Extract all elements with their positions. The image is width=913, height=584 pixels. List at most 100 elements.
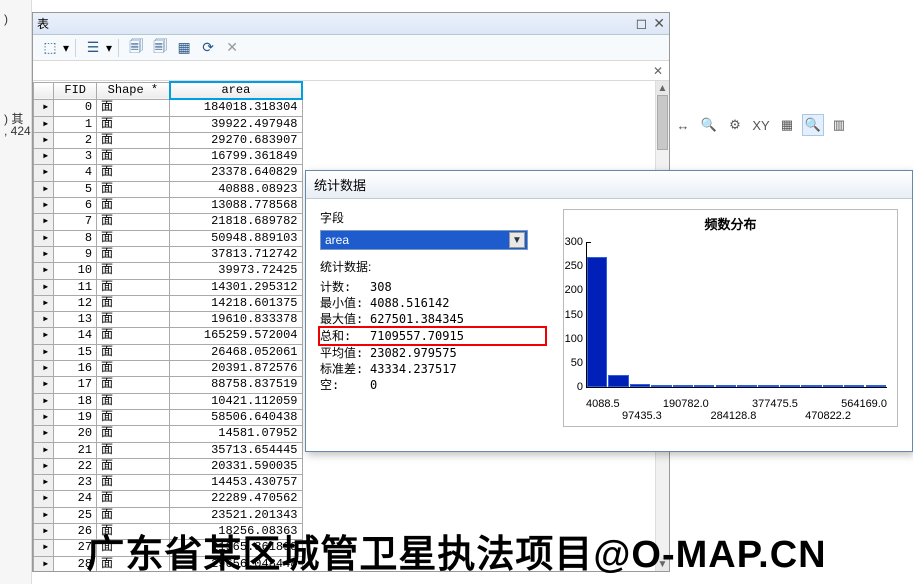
cell-area: 22289.470562 [170, 491, 302, 507]
table-row[interactable]: ▸7面21818.689782 [34, 214, 303, 230]
row-selector[interactable]: ▸ [34, 181, 54, 197]
table-title: 表 [37, 15, 49, 32]
timeslider-button[interactable]: ▦ [776, 114, 798, 136]
cell-area: 40888.08923 [170, 181, 302, 197]
table-row[interactable]: ▸23面14453.430757 [34, 475, 303, 491]
related-tables-button[interactable]: ☰ [82, 38, 104, 58]
tab-close-icon[interactable]: ✕ [653, 64, 663, 78]
select-by-attributes-button[interactable]: 🗐 [125, 38, 147, 58]
row-selector[interactable]: ▸ [34, 295, 54, 311]
overview-button[interactable]: ▥ [828, 114, 850, 136]
table-row[interactable]: ▸19面58506.640438 [34, 409, 303, 425]
row-selector[interactable]: ▸ [34, 344, 54, 360]
row-selector[interactable]: ▸ [34, 132, 54, 148]
chevron-down-icon[interactable]: ▼ [509, 232, 525, 248]
table-row[interactable]: ▸24面22289.470562 [34, 491, 303, 507]
row-selector[interactable]: ▸ [34, 377, 54, 393]
table-titlebar[interactable]: 表 ◻ ✕ [33, 13, 669, 35]
column-header-shape[interactable]: Shape * [97, 82, 170, 99]
dock-icon[interactable]: ◻ [636, 15, 648, 32]
settings-button[interactable]: ⚙ [724, 114, 746, 136]
cell-shape: 面 [97, 507, 170, 523]
table-row[interactable]: ▸20面14581.07952 [34, 426, 303, 442]
row-selector[interactable]: ▸ [34, 458, 54, 474]
attribute-table[interactable]: FID Shape * area ▸0面184018.318304▸1面3992… [33, 81, 303, 571]
table-row[interactable]: ▸6面13088.778568 [34, 198, 303, 214]
switch-selection-button[interactable]: 🗐 [149, 38, 171, 58]
row-selector[interactable]: ▸ [34, 214, 54, 230]
column-header-area[interactable]: area [170, 82, 302, 99]
row-selector[interactable]: ▸ [34, 524, 54, 540]
table-row[interactable]: ▸16面20391.872576 [34, 361, 303, 377]
scroll-down-icon[interactable]: ▼ [656, 557, 669, 571]
row-selector[interactable]: ▸ [34, 230, 54, 246]
find-button[interactable]: 🔍 [698, 114, 720, 136]
row-selector[interactable]: ▸ [34, 540, 54, 556]
table-row[interactable]: ▸22面20331.590035 [34, 458, 303, 474]
column-header-fid[interactable]: FID [54, 82, 97, 99]
xy-button[interactable]: XY [750, 114, 772, 136]
cell-area: 19610.833378 [170, 312, 302, 328]
table-row[interactable]: ▸18面10421.112059 [34, 393, 303, 409]
cell-shape: 面 [97, 540, 170, 556]
cell-shape: 面 [97, 393, 170, 409]
cell-area: 16799.361849 [170, 149, 302, 165]
row-selector[interactable]: ▸ [34, 491, 54, 507]
table-row[interactable]: ▸3面16799.361849 [34, 149, 303, 165]
row-selector[interactable]: ▸ [34, 279, 54, 295]
row-selector[interactable]: ▸ [34, 507, 54, 523]
table-row[interactable]: ▸14面165259.572004 [34, 328, 303, 344]
table-row[interactable]: ▸8面50948.889103 [34, 230, 303, 246]
row-selector[interactable]: ▸ [34, 116, 54, 132]
row-selector[interactable]: ▸ [34, 149, 54, 165]
field-combo[interactable]: area ▼ [320, 230, 528, 250]
table-row[interactable]: ▸28面29656.048448 [34, 556, 303, 571]
row-selector[interactable]: ▸ [34, 99, 54, 116]
table-row[interactable]: ▸5面40888.08923 [34, 181, 303, 197]
row-selector[interactable]: ▸ [34, 165, 54, 181]
statistics-titlebar[interactable]: 统计数据 [306, 171, 912, 199]
row-selector[interactable]: ▸ [34, 409, 54, 425]
table-row[interactable]: ▸9面37813.712742 [34, 246, 303, 262]
table-row[interactable]: ▸21面35713.654445 [34, 442, 303, 458]
scroll-thumb[interactable] [657, 95, 668, 150]
table-row[interactable]: ▸17面88758.837519 [34, 377, 303, 393]
cell-fid: 16 [54, 361, 97, 377]
row-selector[interactable]: ▸ [34, 556, 54, 571]
scroll-up-icon[interactable]: ▲ [656, 81, 669, 95]
close-icon[interactable]: ✕ [653, 15, 665, 32]
zoom-button[interactable]: 🔍 [802, 114, 824, 136]
table-row[interactable]: ▸4面23378.640829 [34, 165, 303, 181]
table-row[interactable]: ▸10面39973.72425 [34, 263, 303, 279]
row-selector[interactable]: ▸ [34, 328, 54, 344]
clear-selection-button[interactable]: ▦ [173, 38, 195, 58]
y-tick-label: 100 [565, 333, 587, 345]
measure-button[interactable]: ↔ [672, 114, 694, 136]
table-row[interactable]: ▸0面184018.318304 [34, 99, 303, 116]
row-selector[interactable]: ▸ [34, 475, 54, 491]
delete-selection-button[interactable]: ✕ [221, 38, 243, 58]
table-row[interactable]: ▸26面18256.08363 [34, 524, 303, 540]
table-options-button[interactable]: ⬚ [39, 38, 61, 58]
cell-shape: 面 [97, 344, 170, 360]
row-selector[interactable]: ▸ [34, 361, 54, 377]
cell-fid: 11 [54, 279, 97, 295]
row-selector[interactable]: ▸ [34, 263, 54, 279]
row-selector[interactable]: ▸ [34, 246, 54, 262]
table-row[interactable]: ▸27面21965.861898 [34, 540, 303, 556]
row-selector[interactable]: ▸ [34, 312, 54, 328]
zoom-selection-button[interactable]: ⟳ [197, 38, 219, 58]
row-selector[interactable]: ▸ [34, 393, 54, 409]
table-row[interactable]: ▸25面23521.201343 [34, 507, 303, 523]
table-row[interactable]: ▸2面29270.683907 [34, 132, 303, 148]
table-row[interactable]: ▸15面26468.052061 [34, 344, 303, 360]
table-row[interactable]: ▸12面14218.601375 [34, 295, 303, 311]
row-selector[interactable]: ▸ [34, 198, 54, 214]
std-value: 43334.237517 [370, 361, 545, 377]
row-selector[interactable]: ▸ [34, 426, 54, 442]
row-selector[interactable]: ▸ [34, 442, 54, 458]
table-row[interactable]: ▸1面39922.497948 [34, 116, 303, 132]
table-row[interactable]: ▸13面19610.833378 [34, 312, 303, 328]
table-row[interactable]: ▸11面14301.295312 [34, 279, 303, 295]
column-header-row[interactable] [34, 82, 54, 99]
